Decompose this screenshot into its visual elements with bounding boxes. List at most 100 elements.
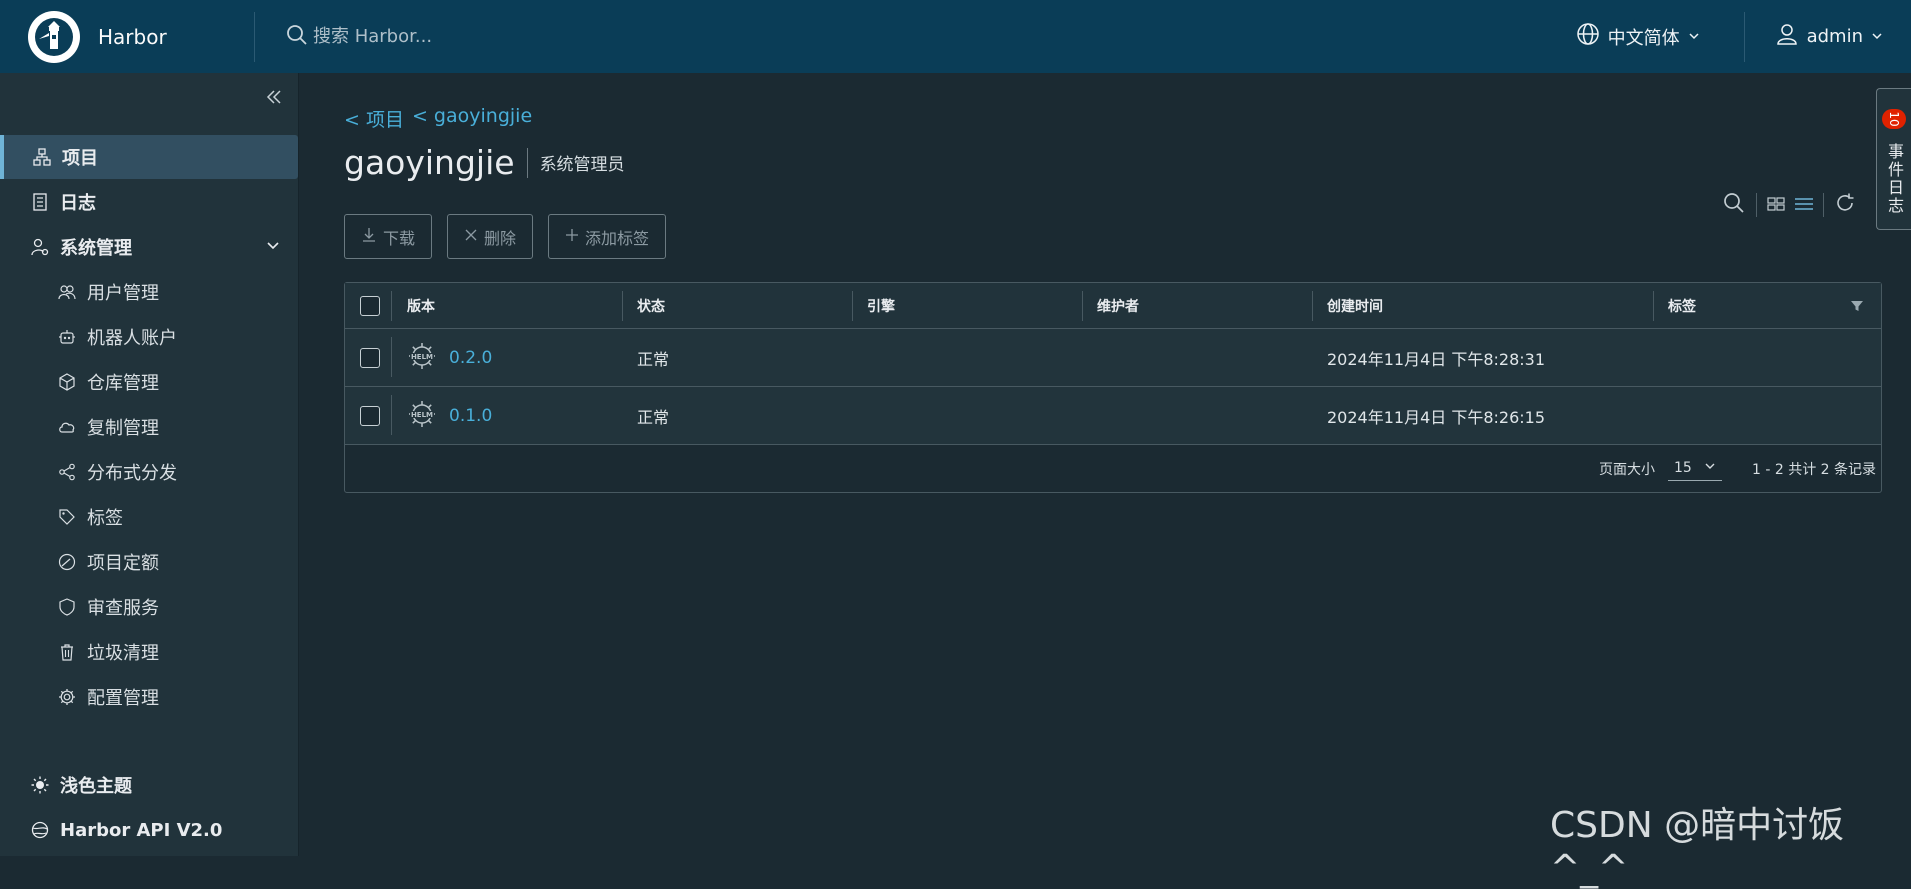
event-log-tab[interactable]: 10 事件日志 [1876, 88, 1911, 230]
globe-icon [1576, 22, 1600, 51]
action-toolbar: 下载 删除 添加标签 [344, 214, 667, 259]
add-label-button[interactable]: 添加标签 [548, 214, 667, 259]
chevron-down-icon [1704, 460, 1716, 476]
sidebar-item-label: 项目 [62, 148, 98, 169]
column-header-maintainer[interactable]: 维护者 [1097, 283, 1139, 329]
sidebar-item-label: 审查服务 [87, 598, 159, 619]
search-input[interactable] [313, 26, 713, 47]
breadcrumb-projects-link[interactable]: < 项目 [344, 105, 404, 132]
version-cell: HELM 0.1.0 [407, 387, 492, 444]
shield-icon [57, 597, 77, 617]
charts-datagrid: 版本 状态 引擎 维护者 创建时间 标签 HELM 0.2.0 正常 2024年… [344, 282, 1882, 493]
breadcrumb-repo-link[interactable]: < gaoyingjie [412, 105, 532, 132]
column-header-labels[interactable]: 标签 [1668, 283, 1696, 329]
user-name: admin [1806, 26, 1863, 47]
table-row[interactable]: HELM 0.2.0 正常 2024年11月4日 下午8:28:31 [345, 329, 1881, 387]
sidebar-item-label: 配置管理 [87, 688, 159, 709]
brand-name: Harbor [98, 24, 167, 49]
select-all-checkbox[interactable] [360, 296, 380, 316]
column-separator [391, 291, 392, 321]
brand[interactable]: Harbor [0, 0, 254, 73]
row-separator [391, 337, 392, 377]
search-icon[interactable] [1722, 191, 1746, 219]
trash-icon [57, 642, 77, 662]
sidebar-item-labels[interactable]: 标签 [0, 495, 299, 539]
helm-icon: HELM [407, 399, 437, 433]
list-view-icon[interactable] [1795, 196, 1813, 215]
filter-icon[interactable] [1850, 283, 1864, 329]
toolbar-divider [1823, 193, 1824, 217]
double-chevron-left-icon [266, 90, 281, 104]
sidebar-item-administration[interactable]: 系统管理 [0, 225, 299, 269]
column-header-version[interactable]: 版本 [407, 283, 435, 329]
sun-icon [30, 775, 50, 795]
sidebar-item-label: 复制管理 [87, 418, 159, 439]
row-checkbox[interactable] [360, 405, 380, 426]
version-link[interactable]: 0.2.0 [449, 348, 492, 368]
collapse-sidebar-button[interactable] [262, 85, 286, 109]
column-separator[interactable] [852, 291, 853, 321]
sidebar-item-label: 机器人账户 [87, 328, 177, 349]
top-header: Harbor 中文简体 admin [0, 0, 1911, 73]
user-menu[interactable]: admin [1743, 11, 1911, 62]
sidebar-item-logs[interactable]: 日志 [0, 180, 299, 224]
sidebar-item-registries[interactable]: 仓库管理 [0, 360, 299, 404]
column-separator[interactable] [1312, 291, 1313, 321]
tag-icon [57, 507, 77, 527]
sidebar-item-label: 用户管理 [87, 283, 159, 304]
theme-toggle[interactable]: 浅色主题 [0, 763, 299, 807]
user-icon [1775, 22, 1799, 51]
log-icon [30, 192, 50, 212]
sidebar-item-label: 垃圾清理 [87, 643, 159, 664]
sidebar-item-gc[interactable]: 垃圾清理 [0, 630, 299, 674]
sidebar-item-label: 分布式分发 [87, 463, 177, 484]
table-row[interactable]: HELM 0.1.0 正常 2024年11月4日 下午8:26:15 [345, 387, 1881, 445]
sidebar-item-replications[interactable]: 复制管理 [0, 405, 299, 449]
header-divider [254, 11, 255, 62]
column-separator[interactable] [1653, 291, 1654, 321]
column-separator[interactable] [622, 291, 623, 321]
download-button[interactable]: 下载 [344, 214, 433, 259]
row-checkbox[interactable] [360, 347, 380, 368]
row-separator [391, 395, 392, 435]
sidebar-item-configuration[interactable]: 配置管理 [0, 675, 299, 719]
harbor-logo-icon [28, 10, 80, 63]
sidebar-item-interrogation[interactable]: 审查服务 [0, 585, 299, 629]
chevron-down-icon [265, 237, 281, 258]
status-cell: 正常 [637, 349, 670, 369]
title-divider [526, 147, 528, 178]
refresh-icon[interactable] [1834, 192, 1856, 218]
registry-icon [57, 372, 77, 392]
column-header-status[interactable]: 状态 [637, 283, 665, 329]
cloud-icon [57, 417, 77, 437]
delete-button[interactable]: 删除 [447, 214, 534, 259]
sidebar-item-users[interactable]: 用户管理 [0, 270, 299, 314]
sidebar-item-label: 仓库管理 [87, 373, 159, 394]
sidebar-item-robot-accounts[interactable]: 机器人账户 [0, 315, 299, 359]
card-view-icon[interactable] [1767, 196, 1785, 215]
column-separator[interactable] [1082, 291, 1083, 321]
sidebar-item-distribution[interactable]: 分布式分发 [0, 450, 299, 494]
version-link[interactable]: 0.1.0 [449, 406, 492, 426]
global-search[interactable] [285, 23, 1576, 51]
main-content: < 项目 < gaoyingjie gaoyingjie 系统管理员 下载 删除… [300, 73, 1882, 856]
created-cell: 2024年11月4日 下午8:26:15 [1327, 407, 1546, 427]
column-header-engine[interactable]: 引擎 [867, 283, 895, 329]
version-cell: HELM 0.2.0 [407, 329, 492, 386]
page-size-value: 15 [1674, 459, 1692, 476]
close-icon [464, 227, 478, 246]
title-row: gaoyingjie 系统管理员 [344, 143, 625, 182]
page-size-select[interactable]: 15 [1668, 455, 1722, 481]
sidebar-item-quotas[interactable]: 项目定额 [0, 540, 299, 584]
helm-icon: HELM [407, 341, 437, 375]
language-selector[interactable]: 中文简体 [1576, 22, 1700, 51]
sidebar-item-projects[interactable]: 项目 [0, 135, 298, 179]
event-count-badge: 10 [1882, 109, 1906, 129]
role-label: 系统管理员 [539, 155, 625, 175]
quota-icon [57, 552, 77, 572]
delete-label: 删除 [484, 228, 517, 248]
harbor-api-link[interactable]: Harbor API V2.0 [0, 808, 299, 852]
sidebar: 项目 日志 系统管理 用户管理 机器人账户 仓库管理 复制管理 分布式分发 标签… [0, 73, 299, 856]
column-header-created[interactable]: 创建时间 [1327, 283, 1383, 329]
sidebar-item-label: 项目定额 [87, 553, 159, 574]
